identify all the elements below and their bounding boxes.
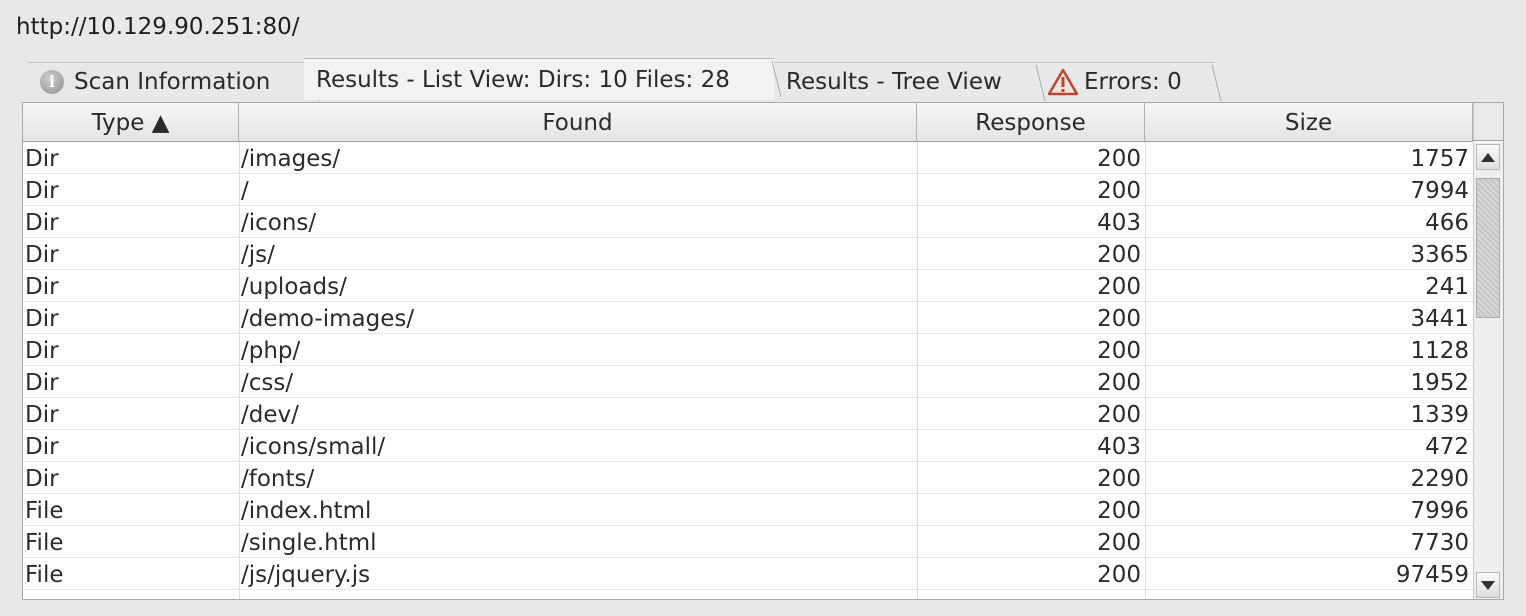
chevron-down-icon xyxy=(1481,580,1495,590)
tab-label: Scan Information xyxy=(74,68,271,95)
scroll-down-button[interactable] xyxy=(1476,572,1500,598)
target-url: http://10.129.90.251:80/ xyxy=(16,14,300,40)
cell-size: 7996 xyxy=(1410,498,1469,524)
cell-type: Dir xyxy=(25,338,59,364)
table-row[interactable]: Dir/images/200 1757 xyxy=(23,142,1473,174)
cell-found: /single.html xyxy=(241,530,377,556)
cell-found: /js/ xyxy=(241,242,275,268)
table-row[interactable]: Dir/icons/403 466 xyxy=(23,206,1473,238)
cell-size: 3365 xyxy=(1410,242,1469,268)
cell-size: 7994 xyxy=(1410,178,1469,204)
cell-type: Dir xyxy=(25,434,59,460)
cell-size: 2290 xyxy=(1410,466,1469,492)
warning-icon xyxy=(1048,68,1078,95)
table-row[interactable]: Dir/fonts/200 2290 xyxy=(23,462,1473,494)
cell-response: 200 xyxy=(1097,466,1141,492)
cell-response: 200 xyxy=(1097,274,1141,300)
table-row[interactable]: Dir/css/200 1952 xyxy=(23,366,1473,398)
chevron-up-icon xyxy=(1481,152,1495,162)
cell-type: File xyxy=(25,530,64,556)
cell-size: 7730 xyxy=(1410,530,1469,556)
cell-size: 1339 xyxy=(1410,402,1469,428)
cell-response: 200 xyxy=(1097,562,1141,588)
table-row[interactable]: Dir/uploads/200 241 xyxy=(23,270,1473,302)
cell-found: /icons/small/ xyxy=(241,434,386,460)
table-row[interactable]: Dir / 200 7994 xyxy=(23,174,1473,206)
cell-response: 200 xyxy=(1097,530,1141,556)
cell-response: 200 xyxy=(1097,402,1141,428)
cell-size: 3441 xyxy=(1410,306,1469,332)
cell-type: File xyxy=(25,562,64,588)
tab-label: Results - Tree View xyxy=(786,68,1002,95)
table-header: Type ▲ Found Response Size xyxy=(23,103,1473,142)
table-body: Dir/images/200 1757 Dir/200 7994 Dir/icons/4… xyxy=(23,142,1473,599)
cell-found: /icons/ xyxy=(241,210,317,236)
table-row[interactable]: File/js/jquery.js 200 97459 xyxy=(23,558,1473,590)
cell-type: File xyxy=(25,498,64,524)
cell-response: 200 xyxy=(1097,306,1141,332)
results-table: Type ▲ Found Response Size Dir/images/20… xyxy=(22,102,1504,600)
cell-response: 403 xyxy=(1097,210,1141,236)
cell-found: /uploads/ xyxy=(241,274,347,300)
column-header-found[interactable]: Found xyxy=(239,103,917,141)
tab-scan-information[interactable]: i Scan Information xyxy=(28,62,312,100)
cell-found: / xyxy=(241,178,249,204)
cell-size: 466 xyxy=(1425,210,1469,236)
scroll-up-button[interactable] xyxy=(1476,144,1500,170)
cell-response: 200 xyxy=(1097,146,1141,172)
tab-results-list-view[interactable]: Results - List View: Dirs: 10 Files: 28 xyxy=(304,58,774,100)
cell-type: Dir xyxy=(25,242,59,268)
cell-response: 200 xyxy=(1097,178,1141,204)
cell-size: 241 xyxy=(1425,274,1469,300)
column-header-response[interactable]: Response xyxy=(917,103,1145,141)
info-icon: i xyxy=(40,69,64,94)
cell-found: /fonts/ xyxy=(241,466,315,492)
cell-size: 472 xyxy=(1425,434,1469,460)
cell-size: 1757 xyxy=(1410,146,1469,172)
table-row[interactable]: File/index.html 200 7996 xyxy=(23,494,1473,526)
scrollbar-thumb[interactable] xyxy=(1476,178,1500,318)
tab-results-tree-view[interactable]: Results - Tree View xyxy=(774,62,1038,100)
cell-response: 403 xyxy=(1097,434,1141,460)
cell-type: Dir xyxy=(25,146,59,172)
cell-type: Dir xyxy=(25,178,59,204)
cell-type: Dir xyxy=(25,210,59,236)
cell-found: /index.html xyxy=(241,498,372,524)
cell-found: /dev/ xyxy=(241,402,299,428)
cell-response: 200 xyxy=(1097,498,1141,524)
vertical-scrollbar[interactable] xyxy=(1473,142,1503,599)
tab-label: Results - List View: Dirs: 10 Files: 28 xyxy=(316,66,730,93)
table-row[interactable]: Dir/demo-images/200 3441 xyxy=(23,302,1473,334)
column-header-size[interactable]: Size xyxy=(1145,103,1473,141)
column-header-type[interactable]: Type ▲ xyxy=(23,103,239,141)
tab-bar: i Scan Information Results - List View: … xyxy=(22,58,1512,102)
cell-response: 200 xyxy=(1097,242,1141,268)
table-row[interactable]: File/single.html 200 7730 xyxy=(23,526,1473,558)
cell-type: Dir xyxy=(25,274,59,300)
tab-label: Errors: 0 xyxy=(1084,68,1182,95)
cell-size: 97459 xyxy=(1395,562,1469,588)
cell-type: Dir xyxy=(25,370,59,396)
cell-found: /images/ xyxy=(241,146,341,172)
cell-type: Dir xyxy=(25,306,59,332)
cell-found: /css/ xyxy=(241,370,294,396)
tab-errors[interactable]: Errors: 0 xyxy=(1036,62,1214,100)
cell-found: /js/jquery.js xyxy=(241,562,371,588)
cell-response: 200 xyxy=(1097,370,1141,396)
cell-size: 1952 xyxy=(1410,370,1469,396)
cell-found: /demo-images/ xyxy=(241,306,415,332)
cell-found: /php/ xyxy=(241,338,301,364)
scrollbar-corner xyxy=(1473,103,1503,141)
cell-type: Dir xyxy=(25,402,59,428)
cell-size: 1128 xyxy=(1410,338,1469,364)
cell-response: 200 xyxy=(1097,338,1141,364)
table-row[interactable]: Dir/js/200 3365 xyxy=(23,238,1473,270)
table-row[interactable]: Dir/dev/200 1339 xyxy=(23,398,1473,430)
table-row[interactable]: Dir/icons/small/403 472 xyxy=(23,430,1473,462)
cell-type: Dir xyxy=(25,466,59,492)
table-row[interactable]: Dir/php/200 1128 xyxy=(23,334,1473,366)
